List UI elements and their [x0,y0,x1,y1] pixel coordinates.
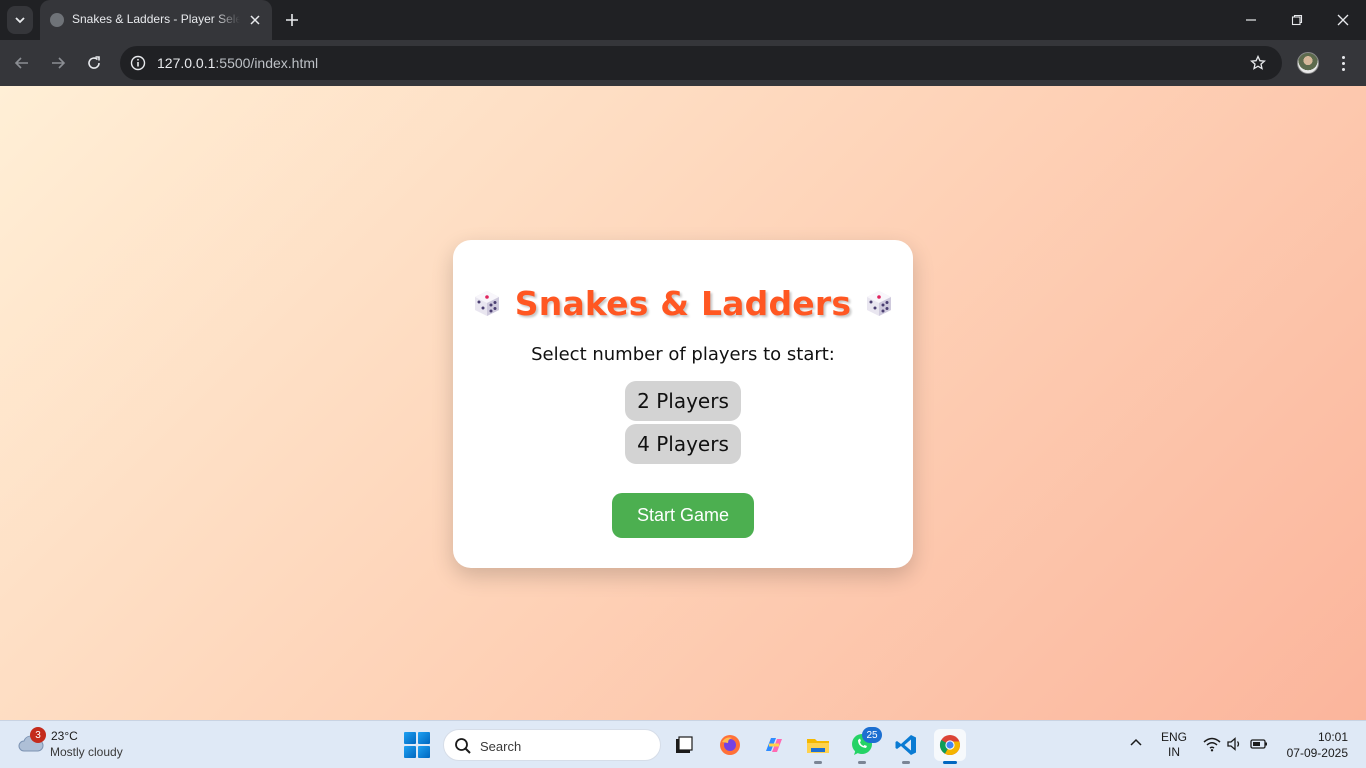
whatsapp-badge: 25 [862,727,882,743]
clock-date[interactable]: 07-09-2025 [1278,746,1348,760]
search-icon [455,738,471,754]
reload-button[interactable] [80,49,108,77]
arrow-left-icon [14,57,28,69]
dice-icon [471,287,503,319]
taskbar-search-box[interactable]: Search [443,729,661,761]
url-text: 127.0.0.1:5500/index.html [157,55,319,71]
running-indicator [902,761,910,764]
game-title: Snakes & Ladders [453,284,913,323]
copilot-icon[interactable] [758,729,790,761]
close-tab-button[interactable] [246,11,264,29]
arrow-right-icon [52,57,66,69]
task-view-icon[interactable] [668,729,700,761]
new-tab-button[interactable] [281,9,303,31]
globe-icon [50,13,64,27]
wifi-icon[interactable] [1203,736,1221,752]
tab-search-button[interactable] [7,6,33,34]
select-players-prompt: Select number of players to start: [531,344,835,365]
browser-tab-strip: Snakes & Ladders - Player Selection [0,0,1366,40]
weather-description[interactable]: Mostly cloudy [50,745,123,759]
player-selection-card: Snakes & Ladders Select number of player… [453,240,913,568]
firefox-icon[interactable] [714,729,746,761]
weather-badge: 3 [30,727,46,743]
clock-time[interactable]: 10:01 [1300,730,1348,744]
browser-tab[interactable]: Snakes & Ladders - Player Selection [40,0,272,40]
minimize-button[interactable] [1228,0,1274,40]
close-icon [1337,14,1349,26]
browser-toolbar: 127.0.0.1:5500/index.html [0,40,1366,86]
profile-avatar[interactable] [1297,52,1319,74]
bookmark-star-icon[interactable] [1248,53,1268,73]
chrome-icon[interactable] [934,729,966,764]
vscode-icon[interactable] [890,729,922,764]
running-indicator [814,761,822,764]
weather-temperature[interactable]: 23°C [51,729,78,743]
chevron-down-icon [15,17,25,24]
plus-icon [286,14,298,26]
close-icon [250,15,260,25]
running-indicator [858,761,866,764]
chevron-up-icon[interactable] [1128,735,1144,751]
windows-start-icon[interactable] [404,732,430,758]
search-placeholder: Search [480,739,522,754]
page-viewport: Snakes & Ladders Select number of player… [0,86,1366,720]
four-players-button[interactable]: 4 Players [625,424,741,464]
browser-menu-icon[interactable] [1333,52,1353,74]
start-game-button[interactable]: Start Game [612,493,754,538]
back-button[interactable] [8,49,36,77]
forward-button[interactable] [44,49,72,77]
close-window-button[interactable] [1320,0,1366,40]
address-bar[interactable]: 127.0.0.1:5500/index.html [120,46,1282,80]
game-title-text: Snakes & Ladders [514,284,852,323]
tab-title: Snakes & Ladders - Player Selection [72,12,240,26]
minimize-icon [1246,19,1256,21]
battery-icon[interactable] [1250,736,1268,752]
restore-icon [1291,14,1303,26]
restore-button[interactable] [1274,0,1320,40]
two-players-button[interactable]: 2 Players [625,381,741,421]
site-info-icon[interactable] [128,53,148,73]
language-indicator[interactable]: ENG IN [1160,730,1188,760]
file-explorer-icon[interactable] [802,729,834,764]
reload-icon [88,56,100,69]
dice-icon [863,287,895,319]
active-indicator [943,761,957,764]
volume-icon[interactable] [1226,736,1244,752]
